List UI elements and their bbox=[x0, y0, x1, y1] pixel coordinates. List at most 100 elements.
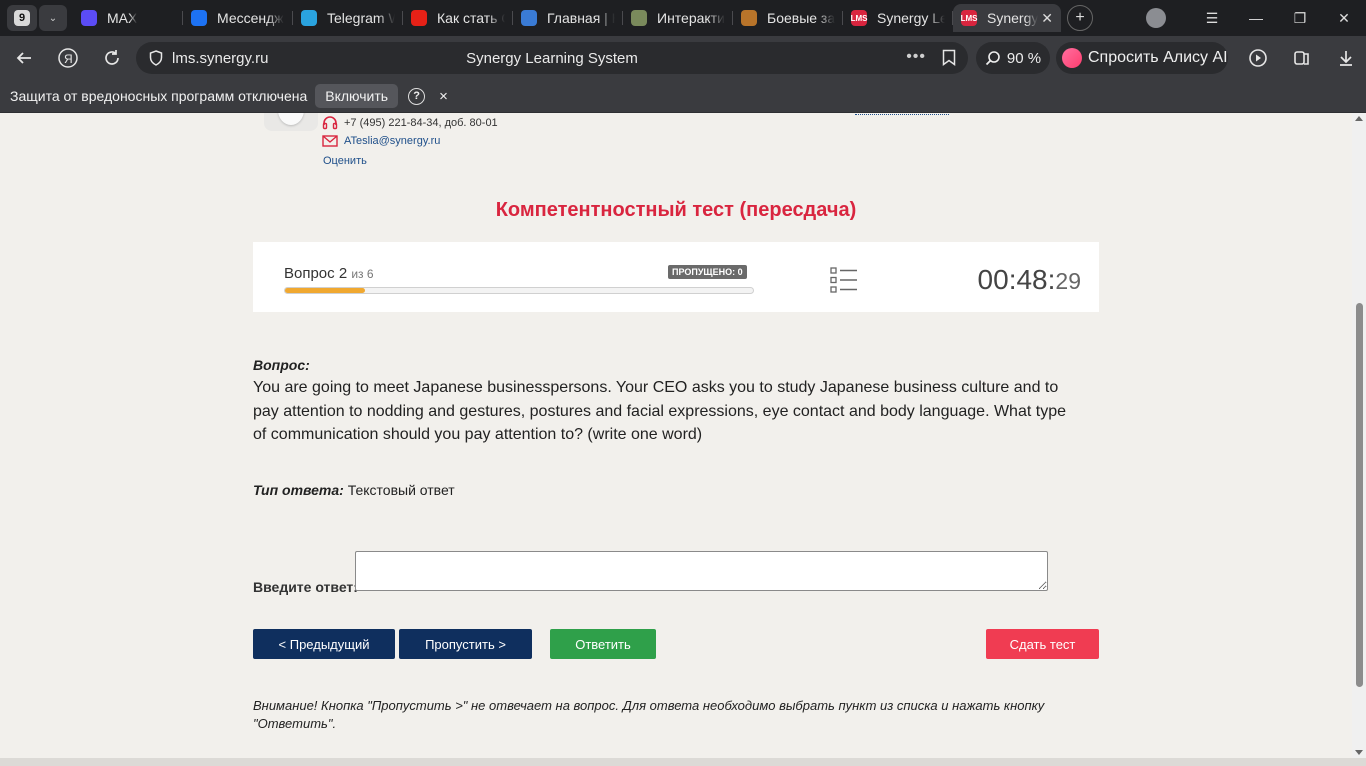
tab-counter-button[interactable]: 9 bbox=[7, 5, 37, 31]
phone-row: +7 (495) 221-84-34, доб. 80-01 bbox=[322, 115, 498, 130]
url-text: lms.synergy.ru bbox=[172, 49, 269, 67]
tab-title: Интеракти bbox=[657, 10, 725, 26]
lms-page: +7 (495) 221-84-34, доб. 80-01 ATeslia@s… bbox=[0, 113, 1352, 758]
mail-icon bbox=[322, 135, 338, 147]
profile-avatar-icon[interactable] bbox=[1146, 8, 1166, 28]
timer-main: 00:48: bbox=[977, 264, 1056, 295]
tab-strip: MAX Мессендж Telegram W Как стать С Главная … bbox=[73, 0, 1061, 36]
rate-link[interactable]: Оценить bbox=[323, 155, 367, 167]
finish-test-button[interactable]: Сдать тест bbox=[986, 629, 1099, 659]
help-icon[interactable]: ? bbox=[408, 87, 426, 105]
browser-tab[interactable]: Telegram W bbox=[293, 4, 403, 32]
zoom-indicator[interactable]: 90 % bbox=[976, 42, 1050, 74]
yandex-home-icon[interactable]: Я bbox=[46, 41, 90, 75]
scroll-down-icon[interactable] bbox=[1355, 750, 1363, 755]
skip-warning-notice: Внимание! Кнопка "Пропустить >" не отвеч… bbox=[253, 698, 1045, 731]
zoom-level: 90 % bbox=[1006, 49, 1042, 67]
answer-type-label: Тип ответа: bbox=[253, 482, 344, 498]
back-arrow-icon[interactable] bbox=[2, 41, 46, 75]
window-controls: ☰ — ❐ ✕ bbox=[1146, 8, 1366, 28]
youtube-icon bbox=[411, 10, 427, 26]
email-row: ATeslia@synergy.ru bbox=[322, 135, 440, 147]
question-heading: Вопрос: bbox=[253, 357, 310, 373]
svg-text:Я: Я bbox=[64, 52, 73, 66]
tab-close-icon[interactable]: ✕ bbox=[1041, 10, 1053, 27]
browser-tab[interactable]: Главная | Н bbox=[513, 4, 623, 32]
protection-infobar: Защита от вредоносных программ отключена… bbox=[0, 80, 1366, 113]
tab-title: Главная | Н bbox=[547, 10, 615, 26]
headset-icon bbox=[322, 116, 338, 130]
ask-alice-button[interactable]: Спросить Алису AI bbox=[1056, 42, 1228, 74]
skip-button[interactable]: Пропустить > bbox=[399, 629, 532, 659]
page-scrollbar[interactable] bbox=[1352, 113, 1366, 758]
bookmark-icon[interactable] bbox=[942, 49, 956, 66]
game-icon bbox=[741, 10, 757, 26]
previous-button[interactable]: < Предыдущий bbox=[253, 629, 395, 659]
answer-textarea[interactable] bbox=[355, 551, 1048, 591]
browser-tab[interactable]: LMS Synergy Le bbox=[843, 4, 953, 32]
browser-tab[interactable]: Мессендж bbox=[183, 4, 293, 32]
question-text: You are going to meet Japanese businessp… bbox=[253, 379, 1066, 443]
lms-icon: LMS bbox=[961, 10, 977, 26]
new-tab-button[interactable]: + bbox=[1067, 5, 1093, 31]
phone-number: +7 (495) 221-84-34, доб. 80-01 bbox=[344, 116, 498, 129]
progress-bar bbox=[284, 287, 754, 294]
answer-type-value: Текстовый ответ bbox=[347, 482, 455, 498]
progress-card: Вопрос 2 из 6 ПРОПУЩЕНО: 0 00:48:29 bbox=[253, 242, 1099, 312]
question-counter: Вопрос 2 из 6 bbox=[284, 265, 374, 282]
email-link[interactable]: ATeslia@synergy.ru bbox=[344, 135, 440, 147]
menu-icon[interactable]: ☰ bbox=[1190, 10, 1234, 27]
tab-title: Как стать С bbox=[437, 10, 505, 26]
lms-icon: LMS bbox=[851, 10, 867, 26]
question-number: Вопрос 2 bbox=[284, 265, 348, 282]
enable-protection-button[interactable]: Включить bbox=[315, 84, 399, 108]
infobar-close-icon[interactable]: × bbox=[439, 88, 448, 105]
browser-nav-bar: Я lms.synergy.ru Synergy Learning System… bbox=[0, 36, 1366, 80]
video-play-icon[interactable] bbox=[1236, 42, 1280, 74]
tab-title: Боевые за bbox=[767, 10, 835, 26]
infobar-message: Защита от вредоносных программ отключена bbox=[10, 88, 308, 104]
truncated-link[interactable] bbox=[855, 113, 949, 115]
minimize-icon[interactable]: — bbox=[1234, 10, 1278, 26]
answer-type: Тип ответа: Текстовый ответ bbox=[253, 482, 455, 498]
browser-tab[interactable]: MAX bbox=[73, 4, 183, 32]
reload-icon[interactable] bbox=[90, 41, 134, 75]
browser-tab[interactable]: Как стать С bbox=[403, 4, 513, 32]
question-list-icon[interactable] bbox=[830, 267, 858, 293]
telegram-icon bbox=[301, 10, 317, 26]
timer-seconds: 29 bbox=[1055, 268, 1081, 294]
countdown-timer: 00:48:29 bbox=[978, 264, 1081, 296]
scrollbar-thumb[interactable] bbox=[1356, 303, 1363, 687]
tabs-dropdown-icon[interactable]: ⌄ bbox=[39, 5, 67, 31]
tab-title: Telegram W bbox=[327, 10, 395, 26]
browser-tab-bar: 9 ⌄ MAX Мессендж Telegram W Как стать С Глав… bbox=[0, 0, 1366, 36]
tab-count: 9 bbox=[14, 10, 30, 26]
address-bar[interactable]: lms.synergy.ru Synergy Learning System •… bbox=[136, 42, 968, 74]
browser-tab[interactable]: Интеракти bbox=[623, 4, 733, 32]
max-icon bbox=[81, 10, 97, 26]
bottom-strip bbox=[0, 758, 1366, 766]
close-window-icon[interactable]: ✕ bbox=[1322, 10, 1366, 27]
restore-icon[interactable]: ❐ bbox=[1278, 10, 1322, 27]
globe-icon bbox=[631, 10, 647, 26]
scroll-up-icon[interactable] bbox=[1355, 116, 1363, 121]
robot-icon bbox=[521, 10, 537, 26]
tab-title: Synergy Le bbox=[877, 10, 945, 26]
tab-title: Synergy bbox=[987, 10, 1039, 26]
messenger-icon bbox=[191, 10, 207, 26]
more-options-icon[interactable]: ••• bbox=[906, 48, 926, 66]
tab-title: MAX bbox=[107, 10, 138, 26]
alice-icon bbox=[1062, 48, 1082, 68]
browser-tab[interactable]: LMS Synergy ✕ bbox=[953, 4, 1061, 32]
toolbar-right-icons bbox=[1236, 42, 1366, 74]
skipped-badge: ПРОПУЩЕНО: 0 bbox=[668, 265, 747, 279]
collections-icon[interactable] bbox=[1280, 42, 1324, 74]
browser-tab[interactable]: Боевые за bbox=[733, 4, 843, 32]
answer-button[interactable]: Ответить bbox=[550, 629, 656, 659]
download-icon[interactable] bbox=[1324, 42, 1366, 74]
shield-icon[interactable] bbox=[146, 50, 166, 66]
answer-input-label: Введите ответ: bbox=[253, 579, 358, 595]
question-total: из 6 bbox=[351, 267, 374, 281]
test-title: Компетентностный тест (пересдача) bbox=[495, 199, 857, 221]
zoom-search-icon bbox=[985, 51, 1000, 66]
